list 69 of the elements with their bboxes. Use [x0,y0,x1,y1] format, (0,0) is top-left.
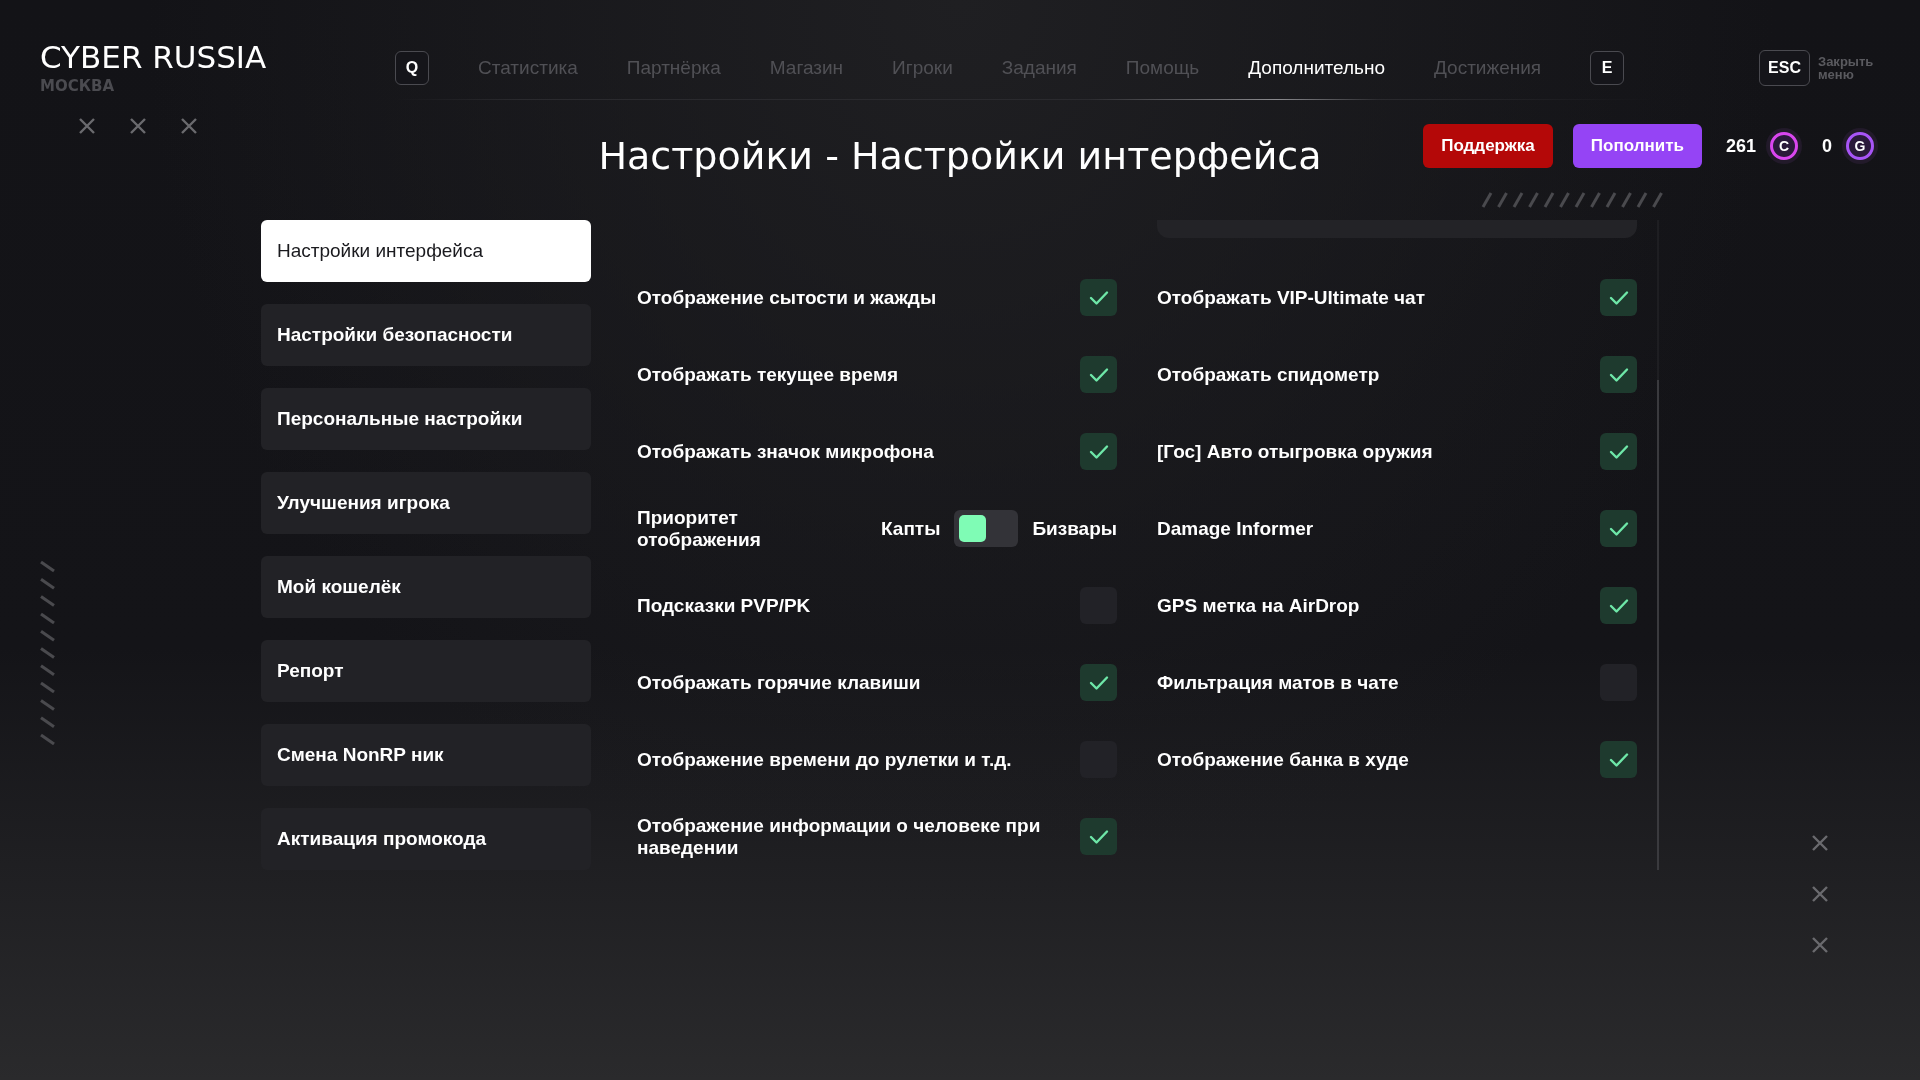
check-icon [1088,828,1109,845]
setting-label: Фильтрация матов в чате [1157,671,1399,694]
support-button[interactable]: Поддержка [1423,124,1553,168]
setting-label: GPS метка на AirDrop [1157,594,1360,617]
check-icon [1608,366,1629,383]
sidebar-item[interactable]: Настройки интерфейса [261,220,591,282]
currency-amount: 261 [1725,135,1756,157]
key-hint[interactable]: E [1590,51,1625,85]
setting-label: Отображение банка в худе [1157,748,1409,771]
checkbox[interactable] [1600,741,1637,778]
page-title: Настройки - Настройки интерфейса [598,134,1322,178]
setting-label: Приоритет отображения [637,506,762,551]
cross-icon [78,117,96,135]
checkbox[interactable] [1600,433,1637,470]
sidebar-item[interactable]: Активация промокода [261,808,591,870]
check-icon [1608,597,1629,614]
cross-icon [129,117,147,135]
check-icon [1088,366,1109,383]
top-up-button[interactable]: Пополнить [1572,124,1702,168]
checkbox[interactable] [1600,587,1637,624]
setting-label: Отображать VIP-Ultimate чат [1157,286,1425,309]
toggle-knob [959,515,987,542]
setting-label: Отображать горячие клавиши [637,671,921,694]
cross-icon [1811,834,1829,852]
option-label: Капты [881,517,941,540]
check-icon [1088,289,1109,306]
sidebar-item[interactable]: Персональные настройки [261,388,591,450]
esc-key[interactable]: ESC [1759,50,1810,86]
sidebar-item[interactable]: Репорт [261,640,591,702]
sidebar-item[interactable]: Настройки безопасности [261,304,591,366]
setting-label: Damage Informer [1157,517,1314,540]
scrollbar[interactable] [1657,220,1659,870]
city-label: МОСКВА [40,76,115,95]
checkbox[interactable] [1600,510,1637,547]
checkbox[interactable] [1600,279,1637,316]
setting-label: [Гос] Авто отыгровка оружия [1157,440,1433,463]
logo-text: CYBER RUSSIA [40,41,268,73]
sidebar-item[interactable]: Мой кошелёк [261,556,591,618]
checkbox[interactable] [1080,818,1117,855]
setting-label: Отображать спидометр [1157,363,1380,386]
sidebar-item[interactable]: Улучшения игрока [261,472,591,534]
key-hint[interactable]: Q [395,51,429,85]
setting-label: Отображать значок микрофона [637,440,934,463]
currency-amount: 0 [1822,135,1832,157]
checkbox[interactable] [1080,664,1117,701]
setting-label: Подсказки PVP/PK [637,594,811,617]
setting-label: Отображение сытости и жажды [637,286,937,309]
checkbox[interactable] [1080,356,1117,393]
nav-tab[interactable]: Дополнительно [1248,57,1385,79]
check-icon [1088,674,1109,691]
setting-label: Отображение информации о человеке при наведении [637,814,1042,859]
cross-icon [1811,885,1829,903]
check-icon [1608,289,1629,306]
coin-icon: G [1846,132,1874,160]
cross-icon [180,117,198,135]
check-icon [1088,443,1109,460]
option-label: Бизвары [1032,517,1117,540]
check-icon [1608,520,1629,537]
checkbox[interactable] [1600,356,1637,393]
check-icon [1608,751,1629,768]
coin-icon: C [1770,132,1798,160]
setting-label: Отображать текущее время [637,363,899,386]
sidebar-item[interactable]: Смена NonRP ник [261,724,591,786]
checkbox[interactable] [1080,433,1117,470]
setting-label: Отображение времени до рулетки и т.д. [637,748,1012,771]
cross-icon [1811,936,1829,954]
checkbox[interactable] [1080,279,1117,316]
check-icon [1608,443,1629,460]
toggle-switch[interactable] [954,510,1019,547]
